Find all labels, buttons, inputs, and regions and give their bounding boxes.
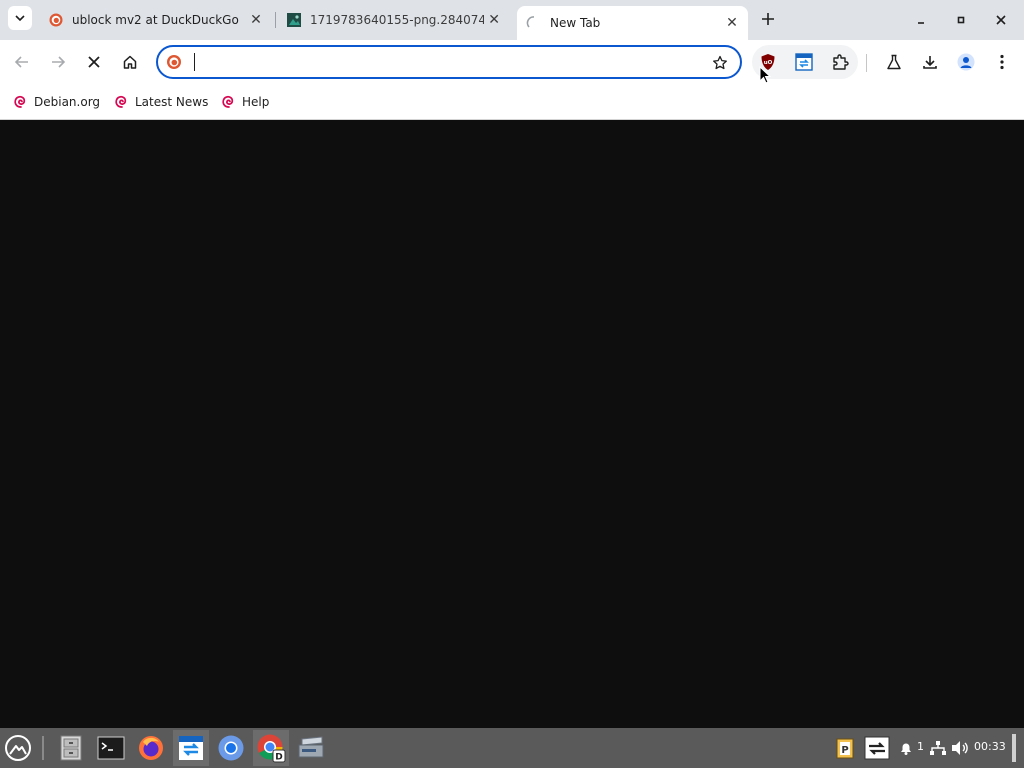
back-arrow-icon (14, 56, 28, 68)
downloads-button[interactable] (918, 50, 942, 74)
loading-spinner-icon (526, 15, 542, 31)
home-button[interactable] (118, 50, 142, 74)
maximize-icon (957, 16, 965, 24)
tab-title: 1719783640155-png.284074 (310, 13, 485, 27)
duckduckgo-icon (166, 54, 182, 70)
plus-icon (762, 13, 774, 25)
clipboard-icon: P (836, 738, 854, 759)
taskbar-firefox[interactable] (133, 730, 169, 766)
tray-notifications[interactable] (896, 730, 916, 766)
chrome-dev-icon: D (257, 734, 286, 763)
taskbar: D P 1 00:33 (0, 728, 1024, 768)
extension-sync-button[interactable] (792, 50, 816, 74)
close-tab-icon[interactable]: ✕ (246, 10, 266, 30)
tab-new-tab[interactable]: New Tab ✕ (517, 6, 748, 40)
bookmark-latest-news[interactable]: Latest News (113, 91, 208, 113)
tray-volume[interactable] (950, 730, 970, 766)
sync-extension-icon (795, 53, 813, 71)
forward-button[interactable] (46, 50, 70, 74)
taskbar-freefilesync[interactable] (173, 730, 209, 766)
sync-app-icon (179, 736, 203, 760)
extensions-menu-button[interactable] (828, 50, 852, 74)
star-icon (713, 55, 727, 70)
tab-search-button[interactable] (8, 6, 32, 30)
notification-bell-icon (901, 743, 911, 755)
tab-ublock-search[interactable]: ublock mv2 at DuckDuckGo ✕ (40, 6, 272, 34)
svg-text:D: D (275, 753, 282, 763)
terminal-icon (97, 736, 125, 760)
bookmark-help[interactable]: Help (220, 91, 269, 113)
minimize-icon (918, 22, 924, 24)
taskbar-file-manager[interactable] (53, 730, 89, 766)
browser-window: ublock mv2 at DuckDuckGo ✕ 1719783640155… (0, 0, 1024, 728)
taskbar-scanner[interactable] (293, 730, 329, 766)
address-bar[interactable] (156, 45, 742, 79)
close-tab-icon[interactable]: ✕ (484, 10, 504, 30)
new-tab-button[interactable] (757, 8, 779, 30)
svg-text:P: P (841, 745, 848, 756)
tray-clipboard[interactable]: P (832, 730, 858, 766)
chromium-icon (218, 735, 244, 761)
taskbar-separator (42, 736, 44, 760)
back-button[interactable] (10, 50, 34, 74)
start-menu-button[interactable] (0, 730, 36, 766)
tab-strip: ublock mv2 at DuckDuckGo ✕ 1719783640155… (0, 0, 1024, 40)
bookmark-label: Help (242, 95, 270, 109)
maximize-button[interactable] (949, 8, 973, 32)
kebab-menu-icon (1000, 54, 1004, 70)
mouse-pointer-icon (759, 66, 771, 84)
download-icon (923, 56, 937, 69)
clock: 00:33 (974, 740, 1006, 753)
show-desktop-button[interactable] (1012, 734, 1016, 762)
image-file-icon (286, 12, 302, 28)
duckduckgo-icon (48, 12, 64, 28)
sync-app-icon (864, 736, 890, 760)
bookmarks-bar: Debian.org Latest News Help (0, 84, 1024, 120)
close-icon (996, 15, 1006, 25)
text-caret (194, 53, 195, 71)
volume-icon (952, 741, 968, 755)
close-icon (88, 56, 100, 68)
menu-button[interactable] (990, 50, 1014, 74)
profile-button[interactable] (954, 50, 978, 74)
labs-button[interactable] (882, 50, 906, 74)
avatar-icon (957, 53, 975, 71)
taskbar-terminal[interactable] (93, 730, 129, 766)
forward-arrow-icon (52, 56, 66, 68)
home-icon (123, 55, 137, 69)
debian-swirl-icon (14, 95, 26, 108)
close-window-button[interactable] (989, 8, 1013, 32)
bookmark-label: Latest News (135, 95, 209, 109)
tray-sync[interactable] (862, 730, 892, 766)
notification-count: 1 (917, 740, 924, 753)
tab-title: New Tab (550, 16, 601, 30)
close-tab-icon[interactable]: ✕ (722, 13, 742, 33)
tab-divider (275, 12, 276, 28)
bookmark-star-button[interactable] (710, 53, 730, 73)
tray-network[interactable] (927, 730, 949, 766)
taskbar-chromium[interactable] (213, 730, 249, 766)
debian-swirl-icon (115, 95, 127, 108)
minimize-button[interactable] (909, 8, 933, 32)
bookmark-label: Debian.org (34, 95, 101, 109)
bookmark-debian[interactable]: Debian.org (12, 91, 100, 113)
browser-toolbar: uO (0, 40, 1024, 84)
firefox-icon (139, 736, 163, 760)
taskbar-chrome-dev[interactable]: D (253, 730, 289, 766)
toolbar-divider (866, 54, 867, 72)
file-cabinet-icon (60, 735, 82, 761)
stop-loading-button[interactable] (82, 50, 106, 74)
scanner-icon (298, 736, 324, 758)
puzzle-icon (833, 54, 849, 70)
tab-png-file[interactable]: 1719783640155-png.284074 ✕ (278, 6, 510, 34)
tab-title: ublock mv2 at DuckDuckGo (72, 13, 239, 27)
flask-icon (887, 54, 901, 70)
chevron-down-icon (15, 15, 25, 22)
page-content-area (0, 121, 1024, 728)
mountain-logo-icon (5, 735, 31, 761)
network-icon (930, 741, 946, 755)
address-input[interactable] (192, 53, 692, 71)
debian-swirl-icon (222, 95, 234, 108)
